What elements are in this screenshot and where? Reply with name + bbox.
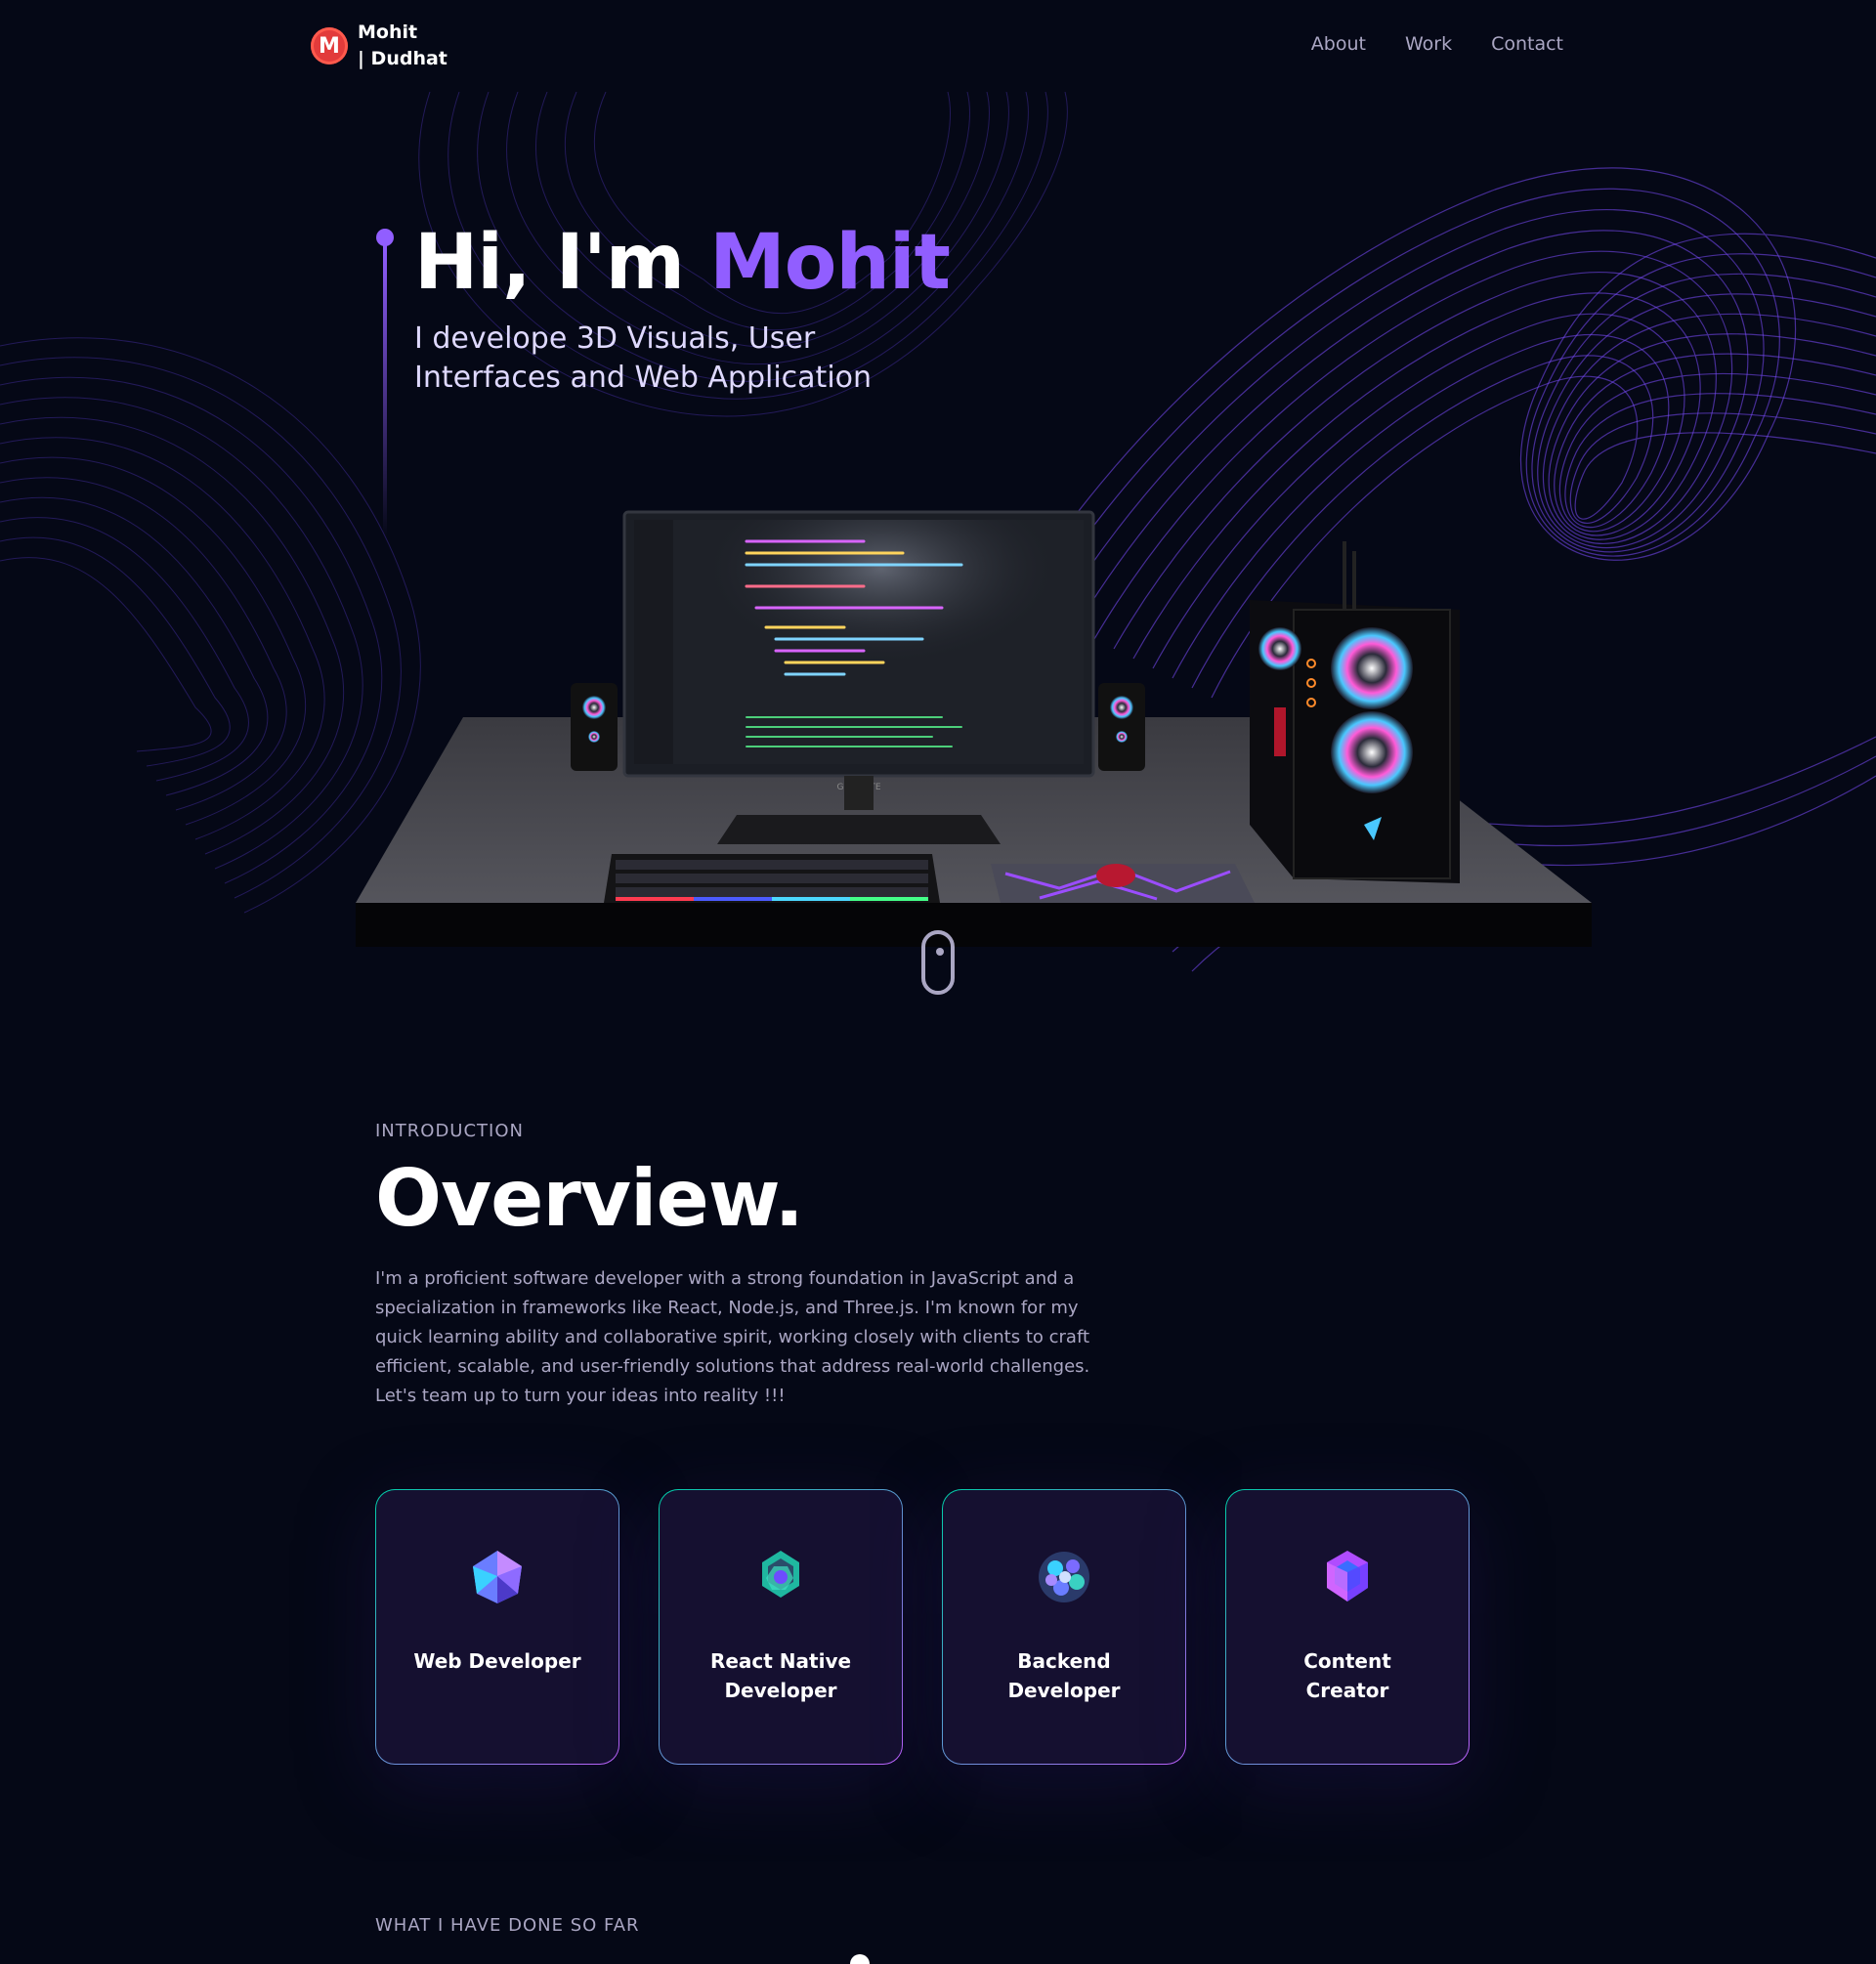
brand-name-line1: Mohit	[358, 21, 418, 43]
web-icon	[473, 1551, 522, 1603]
service-card-web[interactable]: Web Developer	[375, 1489, 619, 1765]
accent-line	[383, 244, 387, 537]
hero-subtitle: I develope 3D Visuals, User Interfaces a…	[414, 321, 873, 395]
service-card-content[interactable]: Content Creator	[1225, 1489, 1470, 1765]
logo-icon: M	[311, 27, 348, 64]
work-label: What I have done so far	[375, 1915, 640, 1936]
scroll-dot	[936, 948, 944, 956]
hero-title-prefix: Hi, I'm	[414, 219, 710, 307]
service-card-title: Web Developer	[413, 1649, 581, 1673]
creator-icon	[1327, 1551, 1368, 1601]
nav-links: About Work Contact	[1311, 33, 1563, 55]
brand-logo-link[interactable]: M Mohit | Dudhat	[311, 20, 448, 72]
nav-work[interactable]: Work	[1405, 33, 1452, 55]
overview-text: I'm a proficient software developer with…	[375, 1268, 1090, 1406]
scroll-indicator[interactable]	[921, 930, 955, 995]
desk-computer-illustration[interactable]: GIGABYTE	[356, 502, 1592, 971]
timeline-dot	[850, 1954, 870, 1964]
hero-section: Hi, I'm Mohit I develope 3D Visuals, Use…	[0, 92, 1876, 1020]
hero-title: Hi, I'm Mohit	[414, 219, 951, 307]
logo-letter: M	[319, 33, 340, 59]
backend-icon	[1039, 1552, 1089, 1602]
overview-title: Overview.	[375, 1153, 804, 1244]
intro-label: Introduction	[375, 1121, 524, 1141]
nav-contact[interactable]: Contact	[1491, 33, 1563, 55]
service-card-title: Backend Developer	[1007, 1649, 1121, 1702]
service-card-title: React Native Developer	[709, 1649, 852, 1702]
service-card-backend[interactable]: Backend Developer	[942, 1489, 1186, 1765]
mobile-icon	[762, 1551, 799, 1598]
service-cards: Web Developer React Native Developer Bac…	[375, 1489, 1470, 1765]
navbar: M Mohit | Dudhat About Work Contact	[0, 0, 1876, 92]
nav-about[interactable]: About	[1311, 33, 1366, 55]
brand-name: Mohit | Dudhat	[358, 20, 448, 72]
brand-name-line2: | Dudhat	[358, 48, 448, 69]
hero-title-name: Mohit	[709, 219, 951, 307]
service-card-title: Content Creator	[1303, 1649, 1391, 1702]
service-card-react-native[interactable]: React Native Developer	[659, 1489, 903, 1765]
